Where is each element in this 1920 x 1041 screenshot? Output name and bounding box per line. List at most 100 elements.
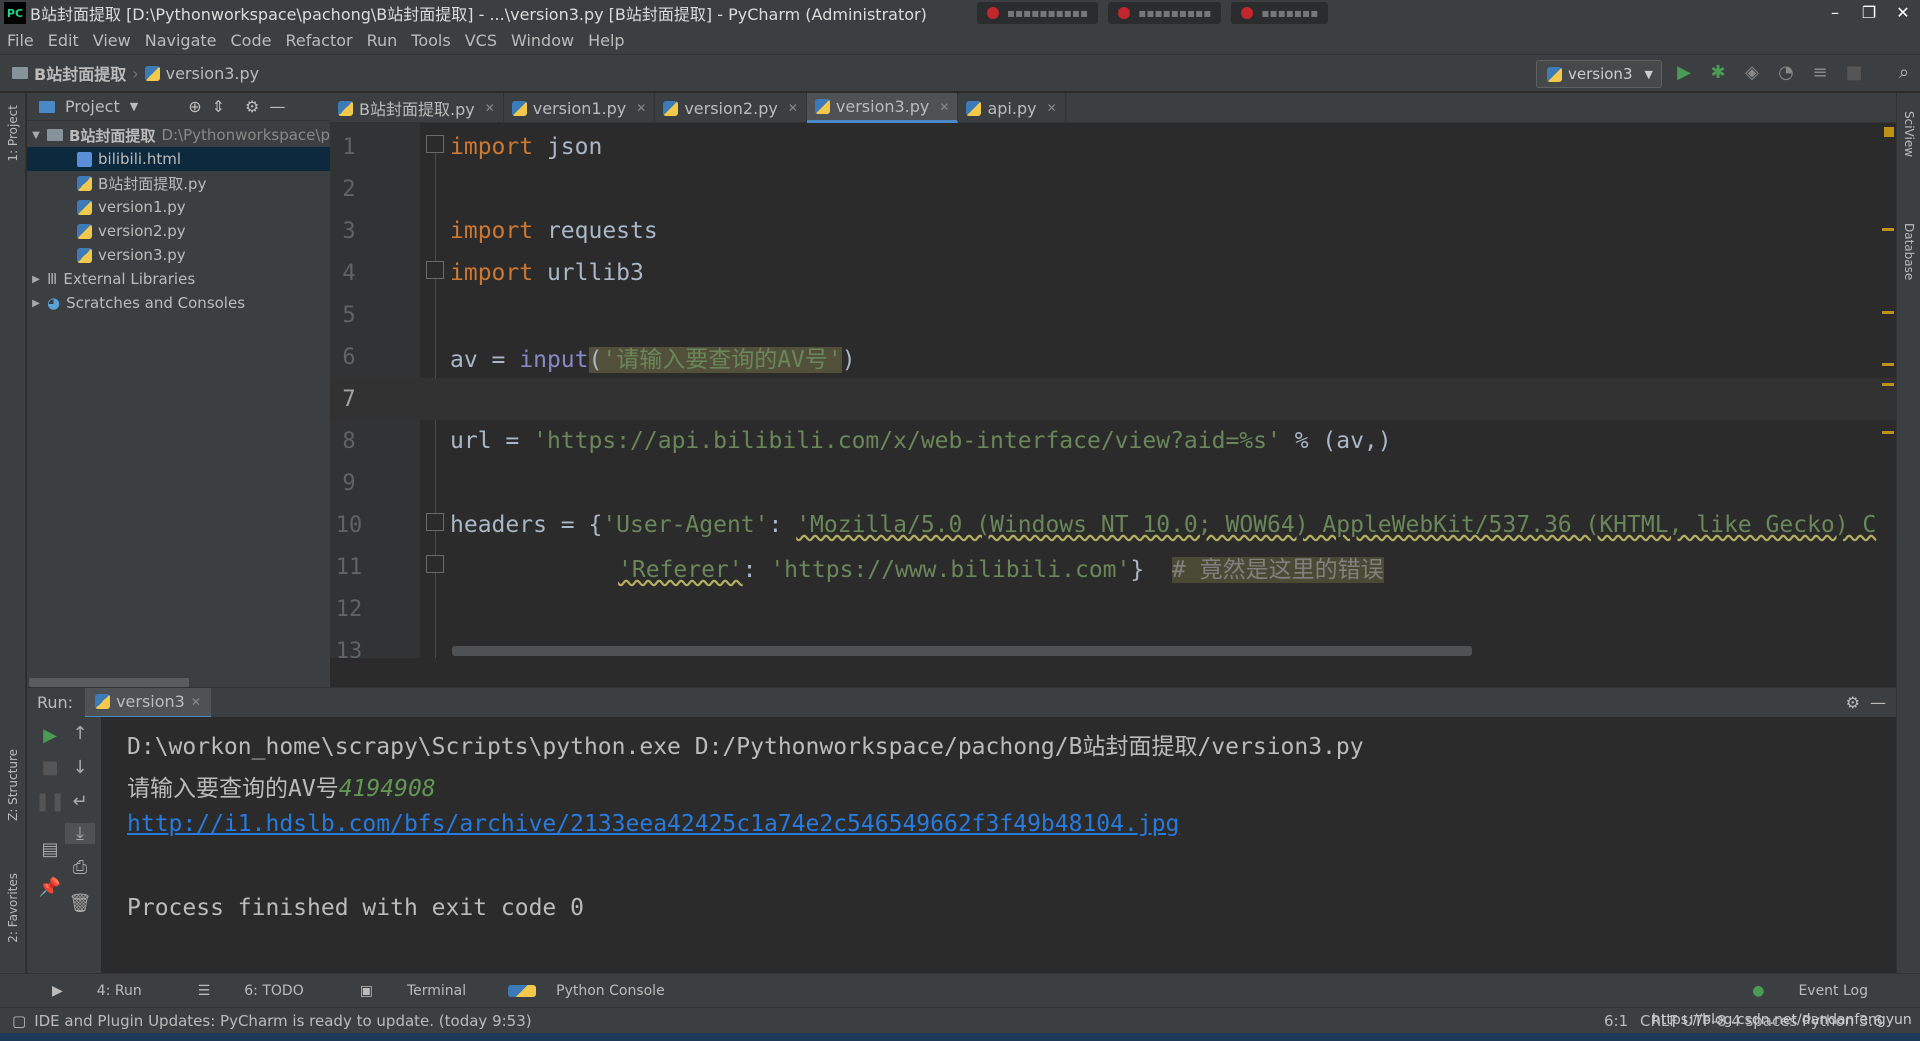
menu-help[interactable]: Help <box>581 31 631 50</box>
menu-navigate[interactable]: Navigate <box>138 31 224 50</box>
debug-icon[interactable]: ✱ <box>1706 62 1730 83</box>
code-line-current[interactable]: 7 <box>330 378 1896 420</box>
project-panel-title[interactable]: Project <box>65 97 120 116</box>
tree-item-bilibili-html[interactable]: bilibili.html <box>27 147 330 171</box>
tree-item-version2[interactable]: version2.py <box>27 219 330 243</box>
menu-file[interactable]: File <box>0 31 41 50</box>
background-tab[interactable]: ▪▪▪▪▪▪▪▪▪▪ <box>976 2 1099 24</box>
tab-version2[interactable]: version2.py ✕ <box>655 93 807 123</box>
gear-icon[interactable]: ⚙ <box>1846 693 1860 712</box>
close-icon[interactable]: ✕ <box>1886 0 1920 24</box>
fold-marker-icon[interactable] <box>426 513 444 531</box>
concurrency-icon[interactable]: ≡ <box>1808 62 1832 83</box>
run-console[interactable]: D:\workon_home\scrapy\Scripts\python.exe… <box>101 717 1896 973</box>
breadcrumb-project[interactable]: B站封面提取 <box>34 61 126 85</box>
gear-icon[interactable]: ⚙ <box>245 97 259 116</box>
run-config-select[interactable]: version3 ▼ <box>1536 60 1662 88</box>
todo-tool-button[interactable]: ☰ 6: TODO <box>170 983 332 999</box>
python-console-button[interactable]: Python Console <box>494 983 693 999</box>
status-icon[interactable]: ▢ <box>0 1012 34 1030</box>
stop-icon[interactable]: ■ <box>1842 62 1866 83</box>
layout-icon[interactable]: ▤ <box>35 839 65 860</box>
tree-root[interactable]: ▼ B站封面提取 D:\Pythonworkspace\p <box>27 123 330 147</box>
code-line[interactable]: 6 av = input('请输入要查询的AV号') <box>330 336 1896 378</box>
run-tool-button[interactable]: ▶ 4: Run <box>24 983 170 999</box>
code-line[interactable]: 9 <box>330 462 1896 504</box>
favorites-tool-tab[interactable]: 2: Favorites <box>6 873 20 943</box>
menu-vcs[interactable]: VCS <box>458 31 504 50</box>
code-line[interactable]: 1 import json <box>330 126 1896 168</box>
warning-mark[interactable] <box>1882 383 1894 386</box>
warning-mark[interactable] <box>1882 311 1894 314</box>
close-tab-icon[interactable]: ✕ <box>939 100 949 114</box>
warning-mark[interactable] <box>1882 228 1894 231</box>
code-editor[interactable]: 1 import json 2 3 import requests 4 import … <box>330 123 1896 658</box>
close-tab-icon[interactable]: ✕ <box>1047 101 1057 115</box>
tree-item-external-libraries[interactable]: ▶ Ⅲ External Libraries <box>27 267 330 291</box>
code-line[interactable]: 8 url = 'https://api.bilibili.com/x/web-i… <box>330 420 1896 462</box>
tree-item-version3[interactable]: version3.py <box>27 243 330 267</box>
caret-position[interactable]: 6:1 <box>1604 1012 1628 1030</box>
hide-icon[interactable]: — <box>269 97 285 116</box>
menu-window[interactable]: Window <box>504 31 581 50</box>
menu-refactor[interactable]: Refactor <box>278 31 359 50</box>
scroll-down-icon[interactable]: ↓ <box>65 757 95 778</box>
status-message[interactable]: IDE and Plugin Updates: PyCharm is ready… <box>34 1012 531 1030</box>
tree-item-main-py[interactable]: B站封面提取.py <box>27 171 330 195</box>
code-line[interactable]: 12 <box>330 588 1896 630</box>
locate-icon[interactable]: ⊕ <box>188 97 201 116</box>
minimize-icon[interactable]: – <box>1818 0 1852 24</box>
project-scrollbar[interactable] <box>29 678 189 687</box>
code-line[interactable]: 3 import requests <box>330 210 1896 252</box>
tree-item-version1[interactable]: version1.py <box>27 195 330 219</box>
expand-icon[interactable]: ▼ <box>31 130 41 141</box>
run-icon[interactable]: ▶ <box>1672 62 1696 83</box>
pause-icon[interactable]: ❚❚ <box>35 791 65 812</box>
background-tab[interactable]: ▪▪▪▪▪▪▪ <box>1231 2 1329 24</box>
maximize-icon[interactable]: ❐ <box>1852 0 1886 24</box>
menu-code[interactable]: Code <box>224 31 279 50</box>
editor-horizontal-scrollbar[interactable] <box>452 646 1472 656</box>
search-icon[interactable]: ⌕ <box>1892 62 1916 83</box>
close-tab-icon[interactable]: ✕ <box>636 101 646 115</box>
close-tab-icon[interactable]: ✕ <box>485 101 495 115</box>
warning-mark[interactable] <box>1882 363 1894 366</box>
code-line[interactable]: 10 headers = {'User-Agent': 'Mozilla/5.0 … <box>330 504 1896 546</box>
expand-icon[interactable]: ▶ <box>31 298 41 309</box>
warning-mark[interactable] <box>1884 127 1894 137</box>
menu-view[interactable]: View <box>86 31 138 50</box>
scroll-up-icon[interactable]: ↑ <box>65 723 95 744</box>
profile-icon[interactable]: ◔ <box>1774 62 1798 83</box>
chevron-down-icon[interactable]: ▼ <box>130 100 138 113</box>
fold-marker-icon[interactable] <box>426 135 444 153</box>
pin-icon[interactable]: 📌 <box>35 877 65 898</box>
run-tab-version3[interactable]: version3 ✕ <box>85 687 211 718</box>
breadcrumb-file[interactable]: version3.py <box>166 64 260 83</box>
event-log-button[interactable]: ● Event Log <box>1724 983 1896 999</box>
stop-icon[interactable]: ■ <box>35 757 65 778</box>
fold-marker-icon[interactable] <box>426 555 444 573</box>
tab-api[interactable]: api.py ✕ <box>958 93 1066 123</box>
warning-mark[interactable] <box>1882 431 1894 434</box>
sciview-tool-tab[interactable]: SciView <box>1902 111 1916 157</box>
code-line[interactable]: 4 import urllib3 <box>330 252 1896 294</box>
menu-run[interactable]: Run <box>360 31 405 50</box>
menu-edit[interactable]: Edit <box>41 31 86 50</box>
console-url-link[interactable]: http://i1.hdslb.com/bfs/archive/2133eea4… <box>127 811 1179 837</box>
coverage-icon[interactable]: ◈ <box>1740 62 1764 83</box>
terminal-tool-button[interactable]: ▣ Terminal <box>332 983 494 999</box>
tab-version3[interactable]: version3.py ✕ <box>806 93 959 123</box>
rerun-icon[interactable]: ▶ <box>35 725 65 746</box>
background-tab[interactable]: ▪▪▪▪▪▪▪▪▪ <box>1108 2 1222 24</box>
print-icon[interactable]: ⎙ <box>65 857 95 878</box>
code-line[interactable]: 5 <box>330 294 1896 336</box>
expand-icon[interactable]: ▶ <box>31 274 41 285</box>
scroll-to-end-icon[interactable]: ⤓ <box>65 823 95 844</box>
tab-main-py[interactable]: B站封面提取.py ✕ <box>330 93 504 123</box>
close-tab-icon[interactable]: ✕ <box>191 695 201 709</box>
tab-version1[interactable]: version1.py ✕ <box>504 93 656 123</box>
project-tool-tab[interactable]: 1: Project <box>6 105 20 162</box>
trash-icon[interactable]: 🗑 <box>65 893 95 914</box>
fold-marker-icon[interactable] <box>426 261 444 279</box>
code-line[interactable]: 2 <box>330 168 1896 210</box>
